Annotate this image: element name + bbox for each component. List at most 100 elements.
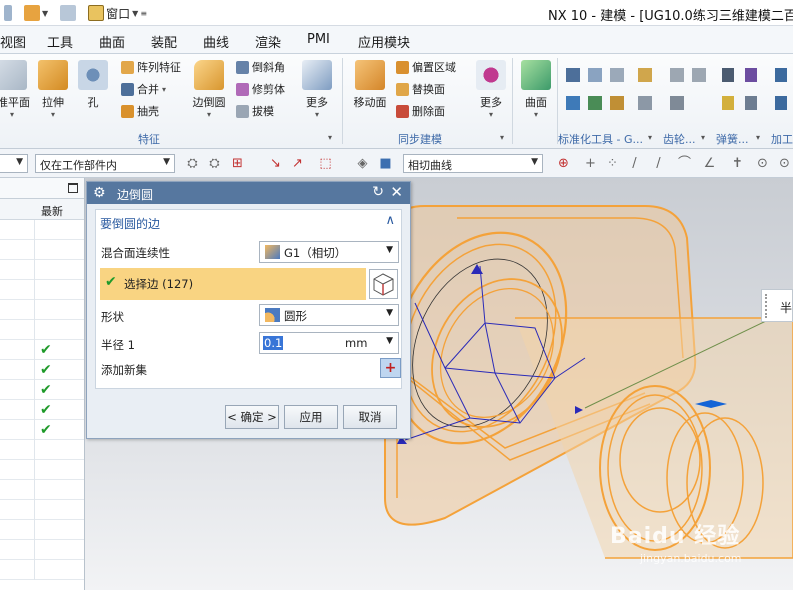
list-item[interactable] <box>0 440 84 460</box>
list-item[interactable] <box>0 300 84 320</box>
gear-tool-icon[interactable] <box>670 96 684 110</box>
snap-point-icon[interactable]: ⌒ <box>677 156 692 171</box>
tab-curve[interactable]: 曲线 <box>203 32 229 51</box>
more-features-button[interactable]: 更多 ▾ <box>302 60 332 119</box>
model-body[interactable] <box>361 204 793 559</box>
apply-button[interactable]: 应用 <box>284 405 338 429</box>
tab-surface[interactable]: 曲面 <box>99 32 125 51</box>
column-header-latest[interactable]: 最新 <box>41 203 63 219</box>
chevron-up-icon[interactable]: ∧ <box>385 213 395 228</box>
snap-point-icon[interactable]: ✝ <box>730 156 745 171</box>
snap-point-icon[interactable]: ⁘ <box>605 156 620 171</box>
list-item[interactable]: ✔ <box>0 340 84 360</box>
select-edge-button[interactable] <box>369 269 398 299</box>
window-icon[interactable] <box>88 5 105 21</box>
radius-unit[interactable]: mm <box>345 336 367 350</box>
close-icon[interactable]: ✕ <box>390 183 403 201</box>
snap-icon[interactable]: ⊞ <box>230 156 245 171</box>
add-new-set-button[interactable]: + <box>380 358 401 378</box>
list-item[interactable]: ✔ <box>0 380 84 400</box>
extrude-button[interactable]: 拉伸 ▾ <box>36 60 70 119</box>
radius-input[interactable]: 0.1 mm ▼ <box>259 332 399 354</box>
list-item[interactable] <box>0 240 84 260</box>
list-item[interactable] <box>0 460 84 480</box>
snap-point-icon[interactable]: / <box>651 156 666 171</box>
radius-value[interactable]: 0.1 <box>263 336 284 350</box>
snap-point-icon[interactable]: / <box>627 156 642 171</box>
gear-tool-icon[interactable] <box>670 68 684 82</box>
delete-face-button[interactable]: 删除面 <box>396 103 445 119</box>
section-header[interactable]: 要倒圆的边 ∧ <box>96 210 401 234</box>
group-expand-icon[interactable]: ▾ <box>328 133 332 142</box>
type-filter-select[interactable]: ▼ <box>0 154 28 173</box>
list-item[interactable] <box>0 540 84 560</box>
gc-tool-icon[interactable] <box>566 96 580 110</box>
ok-button[interactable]: < 确定 > <box>225 405 279 429</box>
list-item[interactable] <box>0 480 84 500</box>
machining-tool-icon[interactable] <box>775 96 787 110</box>
spring-tool-icon[interactable] <box>722 68 734 82</box>
gc-tool-icon[interactable] <box>588 96 602 110</box>
datum-plane-button[interactable]: 基准平面 ▾ <box>0 60 30 119</box>
snap-point-icon[interactable]: + <box>583 156 598 171</box>
list-item[interactable] <box>0 280 84 300</box>
list-item[interactable] <box>0 560 84 580</box>
gear-icon[interactable]: ⚙ <box>93 185 106 201</box>
scope-filter-select[interactable]: 仅在工作部件内 ▼ <box>35 154 175 173</box>
gc-tool-icon[interactable] <box>588 68 602 82</box>
list-item[interactable]: ✔ <box>0 420 84 440</box>
list-item[interactable]: ✔ <box>0 400 84 420</box>
group-expand-icon[interactable]: ▾ <box>701 133 705 142</box>
snap-point-icon[interactable]: ⊙ <box>755 156 770 171</box>
gear-tool-icon[interactable] <box>692 68 706 82</box>
snap-point-icon[interactable]: ⊕ <box>556 156 571 171</box>
draft-button[interactable]: 拔模 <box>236 103 274 119</box>
tab-pmi[interactable]: PMI <box>307 32 330 47</box>
paint-icon[interactable] <box>60 5 77 21</box>
tab-render[interactable]: 渲染 <box>255 32 281 51</box>
box-select-icon[interactable]: ⬚ <box>318 156 333 171</box>
tab-view[interactable]: 视图 <box>0 32 26 51</box>
move-face-button[interactable]: 移动面 <box>350 60 390 110</box>
select-icon[interactable]: ↗ <box>290 156 305 171</box>
chamfer-button[interactable]: 倒斜角 <box>236 59 285 75</box>
list-item[interactable]: ✔ <box>0 360 84 380</box>
list-item[interactable] <box>0 260 84 280</box>
dialog-title-bar[interactable]: ⚙ 边倒圆 ↻ ✕ <box>87 182 410 204</box>
gc-tool-icon[interactable] <box>566 68 580 82</box>
list-item[interactable] <box>0 320 84 340</box>
chevron-down-icon[interactable]: ▼ <box>42 9 48 18</box>
list-item[interactable] <box>0 520 84 540</box>
offset-region-button[interactable]: 偏置区域 <box>396 59 456 75</box>
snap-point-icon[interactable]: ∠ <box>702 156 717 171</box>
surface-button[interactable]: 曲面 ▾ <box>518 60 554 119</box>
part-icon[interactable] <box>24 5 40 21</box>
chevron-down-icon[interactable]: ▼ <box>386 336 393 346</box>
gc-tool-icon[interactable] <box>610 68 624 82</box>
more-sync-button[interactable]: 更多 ▾ <box>476 60 506 119</box>
window-menu[interactable]: 窗口 <box>106 5 130 22</box>
shell-button[interactable]: 抽壳 <box>121 103 159 119</box>
undo-icon[interactable] <box>4 5 12 21</box>
list-item[interactable] <box>0 220 84 240</box>
shape-select[interactable]: 圆形 ▼ <box>259 304 399 326</box>
group-expand-icon[interactable]: ▾ <box>500 133 504 142</box>
hole-button[interactable]: 孔 <box>78 60 108 110</box>
list-item[interactable] <box>0 500 84 520</box>
edge-blend-button[interactable]: 边倒圆 ▾ <box>190 60 228 119</box>
gc-tool-icon[interactable] <box>610 96 624 110</box>
spring-tool-icon[interactable] <box>745 68 757 82</box>
filter-icon[interactable]: ⛭ <box>207 156 222 171</box>
unite-button[interactable]: 合并 ▾ <box>121 81 166 97</box>
cancel-button[interactable]: 取消 <box>343 405 397 429</box>
restore-icon[interactable] <box>68 183 78 193</box>
tab-tools[interactable]: 工具 <box>47 32 73 51</box>
tab-application[interactable]: 应用模块 <box>358 32 410 51</box>
gear-tool-icon[interactable] <box>638 68 652 82</box>
customize-icon[interactable]: ≡ <box>140 9 147 18</box>
radius-handle-label[interactable]: 半 <box>761 289 793 322</box>
chevron-down-icon[interactable]: ▼ <box>132 9 138 18</box>
group-expand-icon[interactable]: ▾ <box>648 133 652 142</box>
reset-icon[interactable]: ↻ <box>372 184 384 200</box>
gear-tool-icon[interactable] <box>638 96 652 110</box>
